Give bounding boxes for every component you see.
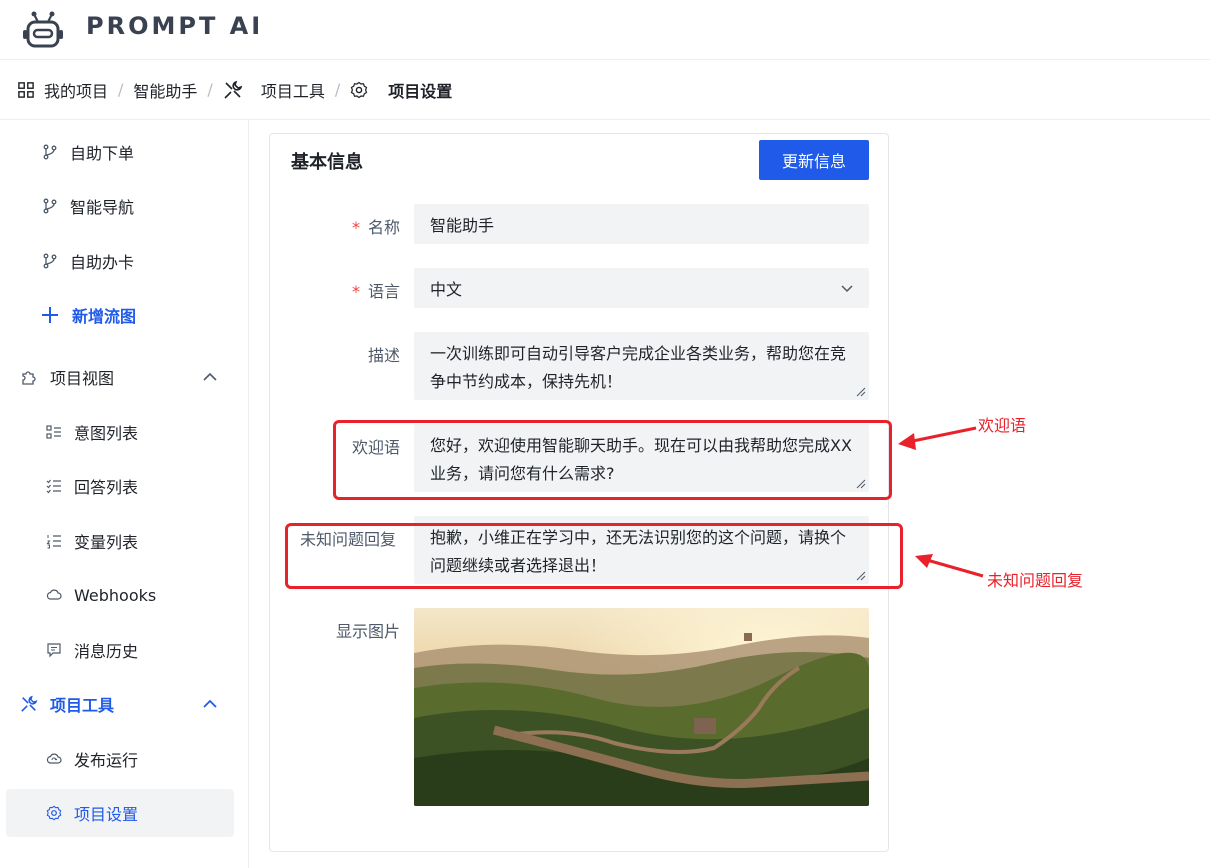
chat-icon <box>47 643 61 658</box>
sidebar-item-label: 回答列表 <box>74 478 139 497</box>
checklist-icon <box>46 479 61 494</box>
sidebar-item-label: 自助办卡 <box>70 253 135 272</box>
language-value: 中文 <box>430 280 463 299</box>
breadcrumb-assistant[interactable]: 智能助手 <box>133 78 197 102</box>
sidebar-item-label: Webhooks <box>74 585 157 605</box>
sidebar-item-self-order[interactable]: 自助下单 <box>6 128 234 176</box>
sidebar-item-webhooks[interactable]: Webhooks <box>6 571 234 619</box>
tools-icon <box>21 695 38 712</box>
chevron-up-icon[interactable] <box>202 696 218 712</box>
breadcrumb-label: 智能助手 <box>133 81 198 101</box>
numbered-list-icon <box>46 535 61 549</box>
breadcrumb-project-settings[interactable]: 项目设置 <box>350 78 452 102</box>
annotation-welcome-note: 欢迎语 <box>978 416 1027 435</box>
plus-icon <box>42 307 58 323</box>
app-header: PROMPT AI <box>0 0 1210 60</box>
great-wall-photo <box>414 608 869 806</box>
description-value: 一次训练即可自动引导客户完成企业各类业务，帮助您在竞争中节约成本，保持先机！ <box>430 344 847 391</box>
sidebar-item-label: 消息历史 <box>74 642 139 661</box>
sidebar-item-label: 发布运行 <box>74 751 139 770</box>
sidebar-group-project-view[interactable]: 项目视图 <box>6 353 234 401</box>
sidebar-item-label: 新增流图 <box>72 307 137 326</box>
breadcrumb-my-projects[interactable]: 我的项目 <box>18 78 108 102</box>
sidebar-item-label: 意图列表 <box>74 424 139 443</box>
grid-icon <box>18 81 34 98</box>
breadcrumb-label: 项目工具 <box>260 81 325 101</box>
cloud-icon <box>46 589 62 600</box>
name-value: 智能助手 <box>430 216 495 235</box>
breadcrumb-separator: / <box>118 80 124 99</box>
chevron-down-icon <box>841 285 853 293</box>
annotation-unknown-reply-note: 未知问题回复 <box>987 571 1084 590</box>
breadcrumb-label: 我的项目 <box>44 81 109 101</box>
name-field[interactable]: 智能助手 <box>414 204 869 244</box>
sidebar-item-smart-nav[interactable]: 智能导航 <box>6 182 234 230</box>
sidebar-item-label: 智能导航 <box>70 198 135 217</box>
update-info-button[interactable]: 更新信息 <box>759 140 869 180</box>
sidebar-item-project-settings[interactable]: 项目设置 <box>6 789 234 837</box>
image-label: 显示图片 <box>335 622 400 641</box>
cloud-sync-icon <box>46 753 62 764</box>
description-label: 描述 <box>367 346 400 365</box>
breadcrumb-project-tools[interactable]: 项目工具 <box>223 78 325 102</box>
sidebar-item-variables[interactable]: 变量列表 <box>6 517 234 565</box>
language-label: * 语言 <box>351 282 400 301</box>
sidebar-item-label: 变量列表 <box>74 533 139 552</box>
branch-icon <box>43 144 57 160</box>
name-label: * 名称 <box>351 218 400 237</box>
description-textarea[interactable]: 一次训练即可自动引导客户完成企业各类业务，帮助您在竞争中节约成本，保持先机！ <box>414 332 869 400</box>
chevron-up-icon[interactable] <box>202 369 218 385</box>
sidebar: 自助下单 智能导航 自助办卡 新增流图 项目视图 意图列表 回答列表 变量列表 … <box>0 120 249 868</box>
sidebar-group-project-tools[interactable]: 项目工具 <box>6 680 234 728</box>
sidebar-item-message-history[interactable]: 消息历史 <box>6 626 234 674</box>
gear-icon <box>46 805 62 821</box>
sidebar-item-self-card[interactable]: 自助办卡 <box>6 237 234 285</box>
sidebar-item-answers[interactable]: 回答列表 <box>6 462 234 510</box>
list-icon <box>46 425 61 439</box>
robot-icon <box>23 11 63 48</box>
sidebar-item-label: 项目工具 <box>50 696 115 715</box>
language-select[interactable]: 中文 <box>414 268 869 308</box>
tools-icon <box>224 80 243 99</box>
required-mark: * <box>351 282 360 301</box>
breadcrumb-separator: / <box>334 80 341 99</box>
branch-icon <box>43 253 57 269</box>
annotation-box-unknown-reply <box>285 523 903 589</box>
sidebar-item-label: 项目视图 <box>50 369 115 388</box>
annotation-arrow-icon <box>915 554 984 578</box>
gear-icon <box>350 81 368 98</box>
breadcrumb-label: 项目设置 <box>388 81 453 101</box>
puzzle-icon <box>22 371 36 385</box>
sidebar-item-label: 项目设置 <box>74 805 139 824</box>
annotation-arrow-icon <box>898 426 977 450</box>
annotation-box-welcome <box>333 420 892 500</box>
display-image[interactable] <box>414 608 869 806</box>
resize-handle-icon[interactable] <box>856 387 866 397</box>
breadcrumb-separator: / <box>207 80 213 99</box>
app-title: PROMPT AI <box>86 12 264 40</box>
sidebar-item-publish[interactable]: 发布运行 <box>6 735 234 783</box>
branch-icon <box>43 198 57 214</box>
card-title: 基本信息 <box>291 152 363 173</box>
add-flow-button[interactable]: 新增流图 <box>6 291 234 339</box>
sidebar-item-label: 自助下单 <box>70 144 135 163</box>
sidebar-item-intents[interactable]: 意图列表 <box>6 408 234 456</box>
breadcrumb: 我的项目 / 智能助手 / 项目工具 / 项目设置 <box>0 60 1210 120</box>
required-mark: * <box>351 218 360 237</box>
